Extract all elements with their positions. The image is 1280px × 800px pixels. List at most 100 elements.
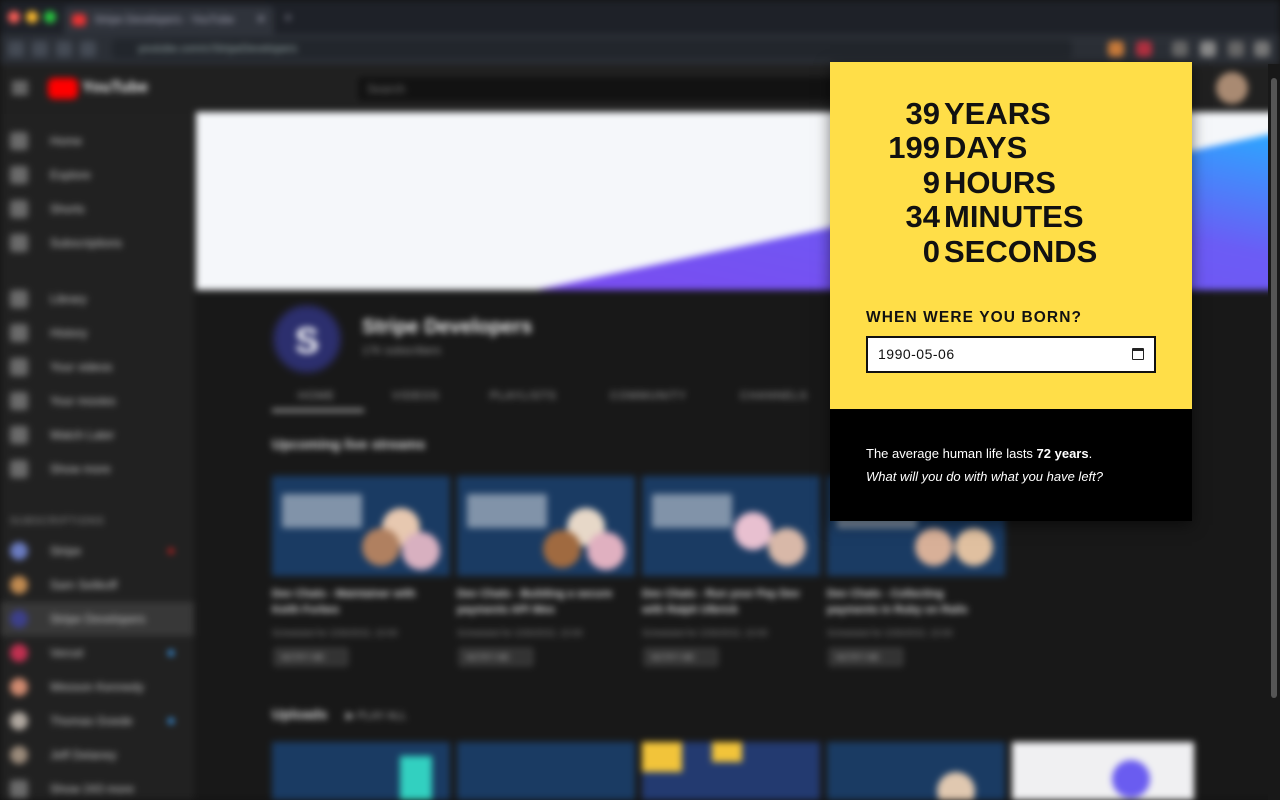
notify-button[interactable]: NOTIFY ME [829, 648, 903, 666]
subscription-item[interactable]: Jeff Delaney [0, 738, 194, 772]
chevron-down-icon [10, 780, 28, 798]
subscription-label: Wesson Kennedy [50, 680, 144, 694]
extension-icon[interactable] [1228, 41, 1244, 57]
subscription-item[interactable]: Stripe [0, 534, 194, 568]
video-title[interactable]: Dev Chats - Maintainer with Keith Forbes [272, 586, 442, 618]
new-tab-icon[interactable]: + [284, 9, 292, 25]
video-thumbnail[interactable] [457, 476, 635, 576]
back-icon[interactable] [8, 41, 24, 57]
life-countdown-popup: 39 YEARS 199 DAYS 9 HOURS 34 MINUTES 0 S… [830, 62, 1192, 521]
avatar [734, 512, 772, 550]
avatar [10, 678, 28, 696]
subscription-item[interactable]: Vercel [0, 636, 194, 670]
sidebar-item-history[interactable]: History [0, 316, 194, 350]
average-life-suffix: . [1088, 446, 1093, 461]
extension-icon[interactable] [1200, 41, 1216, 57]
sidebar-item-watch-later[interactable]: Watch Later [0, 418, 194, 452]
sidebar-item-label: Your movies [50, 394, 116, 408]
upload-thumbnail[interactable] [642, 742, 820, 800]
youtube-logo-text[interactable]: YouTube [82, 79, 148, 97]
sidebar-item-library[interactable]: Library [0, 282, 194, 316]
close-tab-icon[interactable]: ✕ [256, 12, 266, 26]
birth-date-input[interactable]: 1990-05-06 [866, 336, 1156, 373]
extension-icon[interactable] [1172, 41, 1188, 57]
user-avatar[interactable] [1216, 72, 1248, 104]
reload-icon[interactable] [56, 41, 72, 57]
upload-thumbnail[interactable] [272, 742, 450, 800]
subscription-label: Vercel [50, 646, 84, 660]
subscription-item[interactable]: Thomas Goede [0, 704, 194, 738]
scrollbar-thumb[interactable] [1271, 78, 1277, 698]
subscription-item[interactable]: Stripe Developers [0, 602, 194, 636]
calendar-icon[interactable] [1132, 348, 1144, 360]
tab-videos[interactable]: VIDEOS [392, 390, 440, 402]
sidebar-item-subscriptions[interactable]: Subscriptions [0, 226, 194, 260]
youtube-logo-icon[interactable] [48, 78, 78, 99]
upload-thumbnail[interactable] [457, 742, 635, 800]
extension-icon[interactable] [1108, 41, 1124, 57]
browser-tab[interactable]: Stripe Developers - YouTube ✕ [64, 6, 274, 34]
average-life-text: The average human life lasts 72 years. [866, 446, 1092, 461]
tab-home[interactable]: HOME [298, 390, 335, 402]
play-all-button[interactable]: ▶ PLAY ALL [346, 709, 407, 722]
video-title[interactable]: Dev Chats - Collecting payments in Ruby … [827, 586, 997, 618]
home-icon[interactable] [80, 41, 96, 57]
notify-button[interactable]: NOTIFY ME [644, 648, 718, 666]
sidebar-item-your-movies[interactable]: Your movies [0, 384, 194, 418]
browser-toolbar: youtube.com/c/StripeDevelopers [0, 34, 1280, 64]
reflection-question: What will you do with what you have left… [866, 469, 1104, 484]
countdown-unit: HOURS [944, 165, 1056, 200]
sidebar-item-shorts[interactable]: Shorts [0, 192, 194, 226]
avatar [10, 610, 28, 628]
thumbnail-graphic [712, 742, 742, 762]
thumbnail-text [467, 494, 547, 528]
notify-button[interactable]: NOTIFY ME [274, 648, 348, 666]
avatar [587, 532, 625, 570]
compass-icon [10, 166, 28, 184]
page-scrollbar[interactable] [1268, 64, 1280, 800]
tab-community[interactable]: COMMUNITY [610, 390, 687, 402]
subscription-item[interactable]: Show 243 more [0, 772, 194, 800]
video-title[interactable]: Dev Chats - Building a secure payments A… [457, 586, 627, 618]
sidebar-item-label: Home [50, 134, 83, 148]
life-expectancy-panel: The average human life lasts 72 years. W… [830, 409, 1192, 521]
extension-icon[interactable] [1136, 41, 1152, 57]
play-all-label: PLAY ALL [357, 710, 407, 722]
upload-thumbnail[interactable] [1012, 742, 1194, 800]
notify-button[interactable]: NOTIFY ME [459, 648, 533, 666]
video-thumbnail[interactable] [272, 476, 450, 576]
countdown-value: 39 [905, 96, 940, 131]
menu-icon[interactable] [1254, 41, 1270, 57]
minimize-window-button[interactable] [26, 11, 38, 23]
countdown-value: 0 [922, 234, 940, 269]
sidebar-item-label: Show more [50, 462, 111, 476]
upload-thumbnail[interactable] [827, 742, 1005, 800]
address-bar[interactable]: youtube.com/c/StripeDevelopers [112, 39, 1072, 59]
close-window-button[interactable] [8, 11, 20, 23]
hamburger-menu-icon[interactable] [12, 82, 28, 94]
forward-icon[interactable] [32, 41, 48, 57]
tab-playlists[interactable]: PLAYLISTS [490, 390, 557, 402]
avatar [1112, 760, 1150, 798]
active-tab-indicator [272, 409, 364, 412]
thumbnail-text [282, 494, 362, 528]
search-input[interactable]: Search [356, 75, 836, 103]
avatar [10, 746, 28, 764]
birth-date-label: WHEN WERE YOU BORN? [866, 309, 1083, 326]
channel-avatar[interactable]: S [272, 304, 342, 374]
sidebar-item-your-videos[interactable]: Your videos [0, 350, 194, 384]
sidebar-item-home[interactable]: Home [0, 124, 194, 158]
video-title[interactable]: Dev Chats - Run your Pay Dev with Ralph … [642, 586, 812, 618]
countdown-unit: YEARS [944, 96, 1051, 131]
tab-channels[interactable]: CHANNELS [740, 390, 808, 402]
maximize-window-button[interactable] [44, 11, 56, 23]
thumbnail-text [652, 494, 732, 528]
subscription-item[interactable]: Wesson Kennedy [0, 670, 194, 704]
video-thumbnail[interactable] [642, 476, 820, 576]
subscription-label: Stripe [50, 544, 82, 558]
sidebar-item-show-more[interactable]: Show more [0, 452, 194, 486]
sidebar-item-explore[interactable]: Explore [0, 158, 194, 192]
section-title: Upcoming live streams [272, 436, 426, 452]
live-indicator [168, 548, 174, 554]
subscription-item[interactable]: Sam Selikoff [0, 568, 194, 602]
